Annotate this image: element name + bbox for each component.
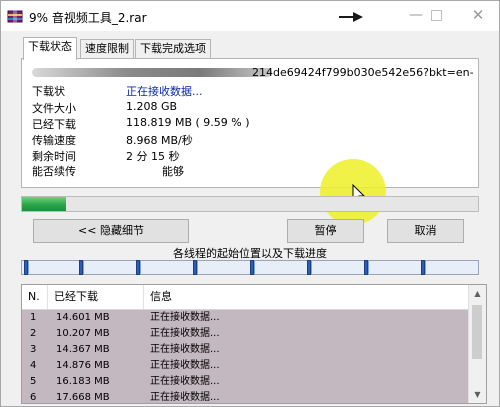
hide-details-button[interactable]: << 隐藏细节 bbox=[33, 219, 189, 243]
list-item[interactable]: 4 14.876 MB 正在接收数据... bbox=[22, 358, 468, 374]
maximize-button[interactable] bbox=[421, 5, 451, 25]
speed-label: 传输速度 bbox=[32, 134, 76, 147]
scroll-down-icon[interactable]: ▼ bbox=[469, 386, 486, 403]
tab-completion-options[interactable]: 下载完成选项 bbox=[135, 39, 211, 59]
row-number: 5 bbox=[30, 376, 37, 387]
url-text: 214de69424f799b030e542e56?bkt=en-29 bbox=[252, 66, 474, 79]
title-bar[interactable]: 9% 音视频工具_2.rar — ✕ bbox=[1, 1, 499, 31]
list-item[interactable]: 3 14.367 MB 正在接收数据... bbox=[22, 342, 468, 358]
row-info: 正在接收数据... bbox=[150, 360, 220, 371]
threads-caption: 各线程的起始位置以及下载进度 bbox=[173, 247, 327, 260]
status-value: 正在接收数据... bbox=[126, 85, 203, 98]
row-number: 2 bbox=[30, 328, 37, 339]
rar-archive-icon bbox=[7, 9, 23, 23]
pause-button[interactable]: 暂停 bbox=[287, 219, 364, 243]
column-header-downloaded[interactable]: 已经下载 bbox=[48, 285, 144, 309]
list-item[interactable]: 5 16.183 MB 正在接收数据... bbox=[22, 374, 468, 390]
row-info: 正在接收数据... bbox=[150, 392, 220, 403]
row-downloaded: 16.183 MB bbox=[56, 376, 110, 387]
arrow-right-icon bbox=[339, 12, 363, 22]
row-info: 正在接收数据... bbox=[150, 328, 220, 339]
list-item[interactable]: 6 17.668 MB 正在接收数据... bbox=[22, 390, 468, 403]
thread-start-marker bbox=[364, 260, 368, 275]
progress-fill bbox=[22, 197, 66, 211]
thread-start-marker bbox=[250, 260, 254, 275]
download-window: 9% 音视频工具_2.rar — ✕ 下载状态 速度限制 下载完成选项 214d… bbox=[0, 0, 500, 407]
scroll-up-icon[interactable]: ▲ bbox=[469, 285, 486, 302]
resume-label: 能否续传 bbox=[32, 165, 76, 178]
column-header-no[interactable]: N. bbox=[22, 285, 48, 309]
row-number: 1 bbox=[30, 312, 37, 323]
row-downloaded: 10.207 MB bbox=[56, 328, 110, 339]
row-downloaded: 14.601 MB bbox=[56, 312, 110, 323]
time-left-value: 2 分 15 秒 bbox=[126, 150, 180, 163]
thread-start-marker bbox=[193, 260, 197, 275]
row-info: 正在接收数据... bbox=[150, 312, 220, 323]
thread-start-marker bbox=[421, 260, 425, 275]
time-left-label: 剩余时间 bbox=[32, 150, 76, 163]
row-number: 3 bbox=[30, 344, 37, 355]
row-downloaded: 17.668 MB bbox=[56, 392, 110, 403]
close-button[interactable]: ✕ bbox=[463, 5, 493, 25]
row-downloaded: 14.367 MB bbox=[56, 344, 110, 355]
row-number: 4 bbox=[30, 360, 37, 371]
url-redacted bbox=[32, 68, 272, 77]
list-item[interactable]: 1 14.601 MB 正在接收数据... bbox=[22, 310, 468, 326]
thread-start-marker bbox=[24, 260, 28, 275]
thread-start-marker bbox=[136, 260, 140, 275]
thread-start-marker bbox=[307, 260, 311, 275]
tab-download-status[interactable]: 下载状态 bbox=[23, 37, 77, 60]
scroll-thumb[interactable] bbox=[472, 305, 482, 359]
thread-progress-bar bbox=[21, 260, 479, 275]
file-size-value: 1.208 GB bbox=[126, 100, 178, 113]
list-header: N. 已经下载 信息 bbox=[22, 285, 468, 310]
row-info: 正在接收数据... bbox=[150, 376, 220, 387]
maximize-icon bbox=[430, 10, 442, 21]
url-line: 214de69424f799b030e542e56?bkt=en-29 bbox=[26, 65, 474, 81]
thread-start-marker bbox=[79, 260, 83, 275]
speed-value: 8.968 MB/秒 bbox=[126, 134, 193, 147]
cancel-button[interactable]: 取消 bbox=[387, 219, 464, 243]
list-scrollbar[interactable]: ▲ ▼ bbox=[468, 285, 486, 403]
downloaded-label: 已经下载 bbox=[32, 118, 76, 131]
resume-value: 能够 bbox=[162, 165, 184, 178]
tab-speed-limit[interactable]: 速度限制 bbox=[80, 39, 134, 59]
thread-list[interactable]: N. 已经下载 信息 1 14.601 MB 正在接收数据... 2 10.20… bbox=[21, 284, 487, 404]
row-info: 正在接收数据... bbox=[150, 344, 220, 355]
row-downloaded: 14.876 MB bbox=[56, 360, 110, 371]
window-title: 9% 音视频工具_2.rar bbox=[29, 11, 147, 25]
status-panel: 214de69424f799b030e542e56?bkt=en-29 下载状 … bbox=[21, 58, 479, 188]
status-label: 下载状 bbox=[32, 85, 65, 98]
list-item[interactable]: 2 10.207 MB 正在接收数据... bbox=[22, 326, 468, 342]
file-size-label: 文件大小 bbox=[32, 102, 76, 115]
download-progress-bar bbox=[21, 196, 479, 212]
downloaded-value: 118.819 MB ( 9.59 % ) bbox=[126, 116, 250, 129]
column-header-info[interactable]: 信息 bbox=[144, 285, 468, 309]
row-number: 6 bbox=[30, 392, 37, 403]
